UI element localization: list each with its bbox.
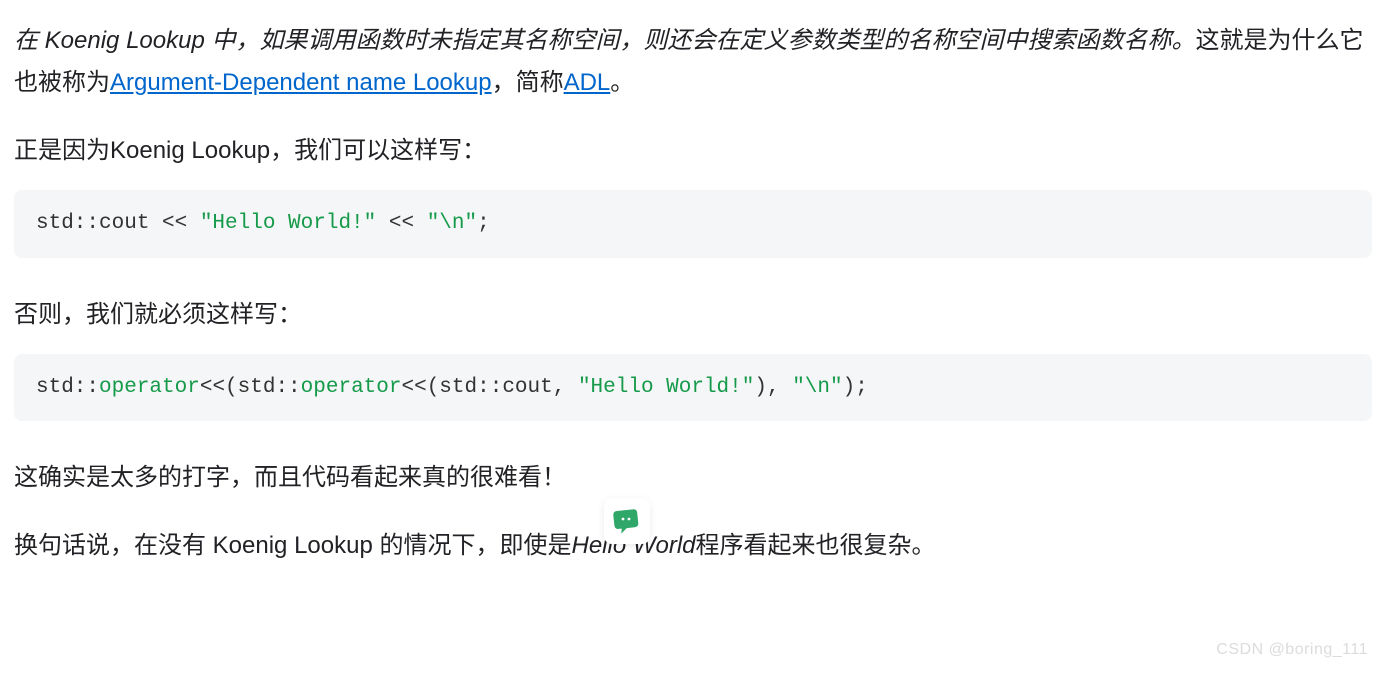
code-text: ; xyxy=(477,212,490,235)
code-text: ); xyxy=(843,376,868,399)
code-text: << xyxy=(376,212,426,235)
code-text: <<(std::cout, xyxy=(402,376,578,399)
code-keyword: operator xyxy=(301,376,402,399)
code-string: "Hello World!" xyxy=(578,376,754,399)
watermark: CSDN @boring_111 xyxy=(1216,636,1368,664)
text: 程序看起来也很复杂。 xyxy=(696,532,936,559)
chat-icon xyxy=(612,506,642,536)
italic-text: 在 Koenig Lookup 中，如果调用函数时未指定其名称空间，则还会在定义… xyxy=(14,27,1195,54)
text: 。 xyxy=(610,69,634,96)
code-text: ), xyxy=(754,376,792,399)
paragraph-intro: 在 Koenig Lookup 中，如果调用函数时未指定其名称空间，则还会在定义… xyxy=(14,20,1372,104)
chat-widget[interactable] xyxy=(604,498,650,544)
code-block-2: std::operator<<(std::operator<<(std::cou… xyxy=(14,354,1372,422)
code-keyword: operator xyxy=(99,376,200,399)
code-string: "Hello World!" xyxy=(200,212,376,235)
code-text: <<(std:: xyxy=(200,376,301,399)
paragraph-lead-1: 正是因为Koenig Lookup，我们可以这样写： xyxy=(14,130,1372,172)
text: ，简称 xyxy=(492,69,564,96)
code-string: "\n" xyxy=(792,376,842,399)
text: 换句话说，在没有 Koenig Lookup 的情况下，即使是 xyxy=(14,532,571,559)
paragraph-conclusion: 换句话说，在没有 Koenig Lookup 的情况下，即使是Hello Wor… xyxy=(14,525,1372,567)
code-text: std::cout << xyxy=(36,212,200,235)
code-block-1: std::cout << "Hello World!" << "\n"; xyxy=(14,190,1372,258)
link-adl-full[interactable]: Argument-Dependent name Lookup xyxy=(110,69,492,96)
code-string: "\n" xyxy=(427,212,477,235)
paragraph-comment: 这确实是太多的打字，而且代码看起来真的很难看！ xyxy=(14,457,1372,499)
code-text: std:: xyxy=(36,376,99,399)
paragraph-lead-2: 否则，我们就必须这样写： xyxy=(14,294,1372,336)
link-adl-short[interactable]: ADL xyxy=(564,69,611,96)
